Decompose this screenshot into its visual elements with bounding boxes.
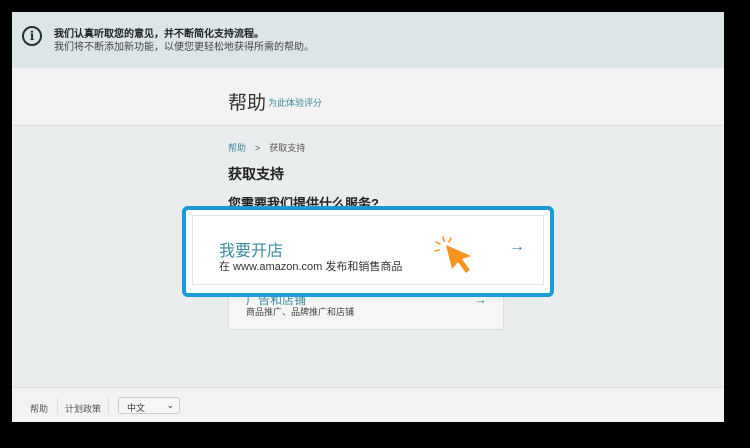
highlight-frame: 我要开店 在 www.amazon.com 发布和销售商品 →: [182, 206, 554, 297]
screen: i 我们认真听取您的意见，并不断简化支持流程。 我们将不断添加新功能，以便您更轻…: [12, 12, 724, 422]
divider: [57, 398, 58, 414]
breadcrumb-help-link[interactable]: 帮助: [228, 143, 246, 153]
arrow-right-icon: →: [509, 238, 525, 255]
breadcrumb-current: 获取支持: [269, 143, 306, 153]
footer: 帮助 计划政策 中文 ⌄: [12, 387, 724, 422]
footer-policies-link[interactable]: 计划政策: [65, 402, 101, 415]
footer-help-link[interactable]: 帮助: [30, 402, 48, 415]
breadcrumb-separator: >: [255, 143, 261, 153]
language-select[interactable]: 中文 ⌄: [118, 397, 180, 414]
divider: [108, 398, 109, 414]
language-value: 中文: [127, 403, 146, 413]
option-subtitle: 在 www.amazon.com 发布和销售商品: [219, 261, 403, 273]
banner-subtitle: 我们将不断添加新功能，以便您更轻松地获得所需的帮助。: [54, 42, 314, 53]
page-header: 帮助 为此体验评分: [12, 68, 724, 126]
chevron-down-icon: ⌄: [166, 400, 174, 410]
info-icon: i: [22, 26, 42, 46]
section-heading: 获取支持: [228, 166, 284, 182]
info-banner: i 我们认真听取您的意见，并不断简化支持流程。 我们将不断添加新功能，以便您更轻…: [12, 12, 724, 68]
page-title: 帮助: [228, 93, 267, 114]
option-subtitle: 商品推广、品牌推广和店铺: [246, 307, 355, 317]
option-open-store[interactable]: 我要开店 在 www.amazon.com 发布和销售商品 →: [192, 215, 544, 285]
rate-experience-link[interactable]: 为此体验评分: [268, 96, 322, 109]
click-cursor-icon: [434, 236, 471, 273]
breadcrumb: 帮助 > 获取支持: [228, 141, 305, 154]
